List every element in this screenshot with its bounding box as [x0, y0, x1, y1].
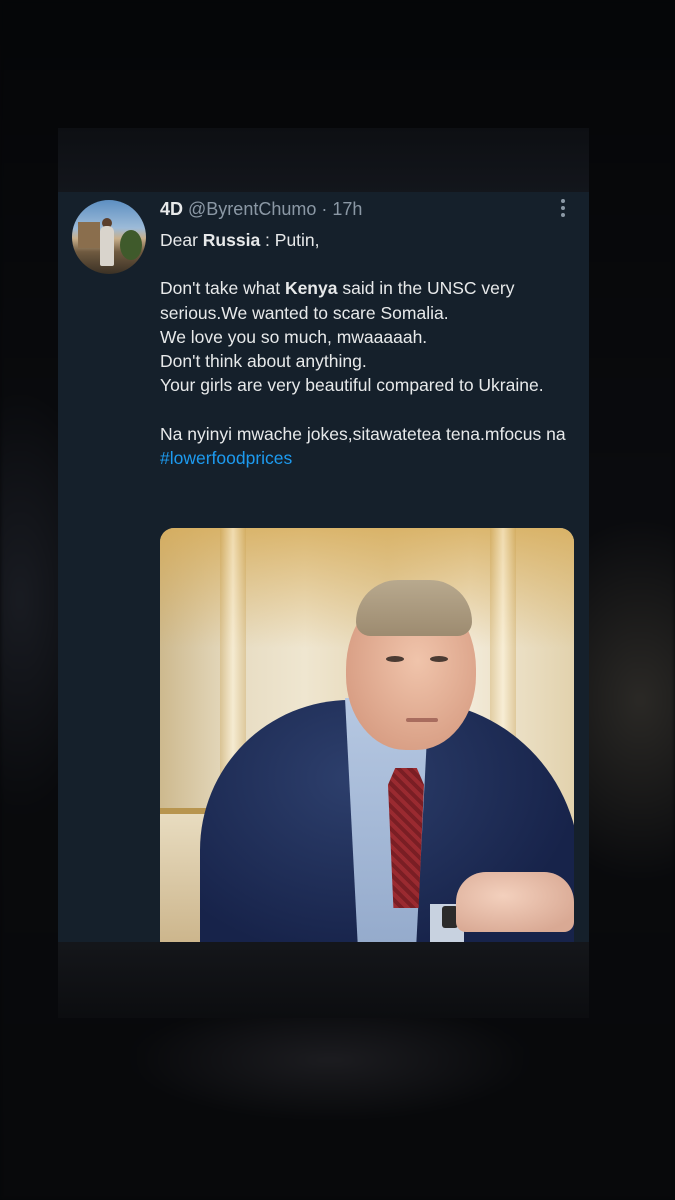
- tweet-card[interactable]: 4D @ByrentChumo · 17h Dear Russia : Puti…: [58, 192, 589, 942]
- tweet-photo[interactable]: [160, 528, 574, 942]
- user-handle[interactable]: @ByrentChumo: [188, 199, 316, 219]
- avatar[interactable]: [72, 200, 146, 274]
- photo-hands: [456, 872, 574, 932]
- timestamp[interactable]: 17h: [332, 199, 362, 219]
- screen-bottom-band: [58, 942, 589, 1018]
- message-line-girls: Your girls are very beautiful compared t…: [160, 375, 544, 396]
- photo-eye-right: [430, 656, 448, 662]
- more-vertical-icon[interactable]: [557, 198, 569, 220]
- salutation-prefix: Dear: [160, 230, 203, 250]
- message-bold-kenya: Kenya: [284, 278, 338, 299]
- avatar-house-shape: [78, 222, 100, 248]
- more-dots-svg: [561, 199, 565, 217]
- hashtag-link[interactable]: #lowerfoodprices: [160, 448, 292, 468]
- paragraph-gap-2: [160, 398, 580, 422]
- photo-mouth: [406, 718, 438, 722]
- avatar-tree-shape: [120, 230, 142, 260]
- screen-top-band: [58, 128, 589, 194]
- salutation-suffix: : Putin,: [260, 230, 320, 250]
- display-name[interactable]: 4D: [160, 199, 183, 219]
- salutation-bold-russia: Russia: [202, 230, 261, 250]
- photo-eye-left: [386, 656, 404, 662]
- closing-text: Na nyinyi mwache jokes,sitawatetea tena.…: [160, 423, 566, 444]
- salutation-line: Dear Russia : Putin,: [160, 228, 580, 252]
- message-line-think: Don't think about anything.: [160, 351, 367, 372]
- tweet-text: Dear Russia : Putin, Don't take what Ken…: [160, 228, 580, 470]
- photo-hair: [356, 580, 472, 636]
- separator-dot: ·: [316, 199, 333, 219]
- message-prefix: Don't take what: [160, 278, 285, 299]
- paragraph-closing: Na nyinyi mwache jokes,sitawatetea tena.…: [160, 422, 580, 471]
- paragraph-message: Don't take what Kenya said in the UNSC v…: [160, 276, 580, 325]
- photo-tie: [388, 768, 424, 908]
- message-line-love: We love you so much, mwaaaaah.: [160, 326, 428, 347]
- avatar-person-body: [100, 226, 114, 266]
- tweet-header: 4D @ByrentChumo · 17h: [160, 198, 362, 220]
